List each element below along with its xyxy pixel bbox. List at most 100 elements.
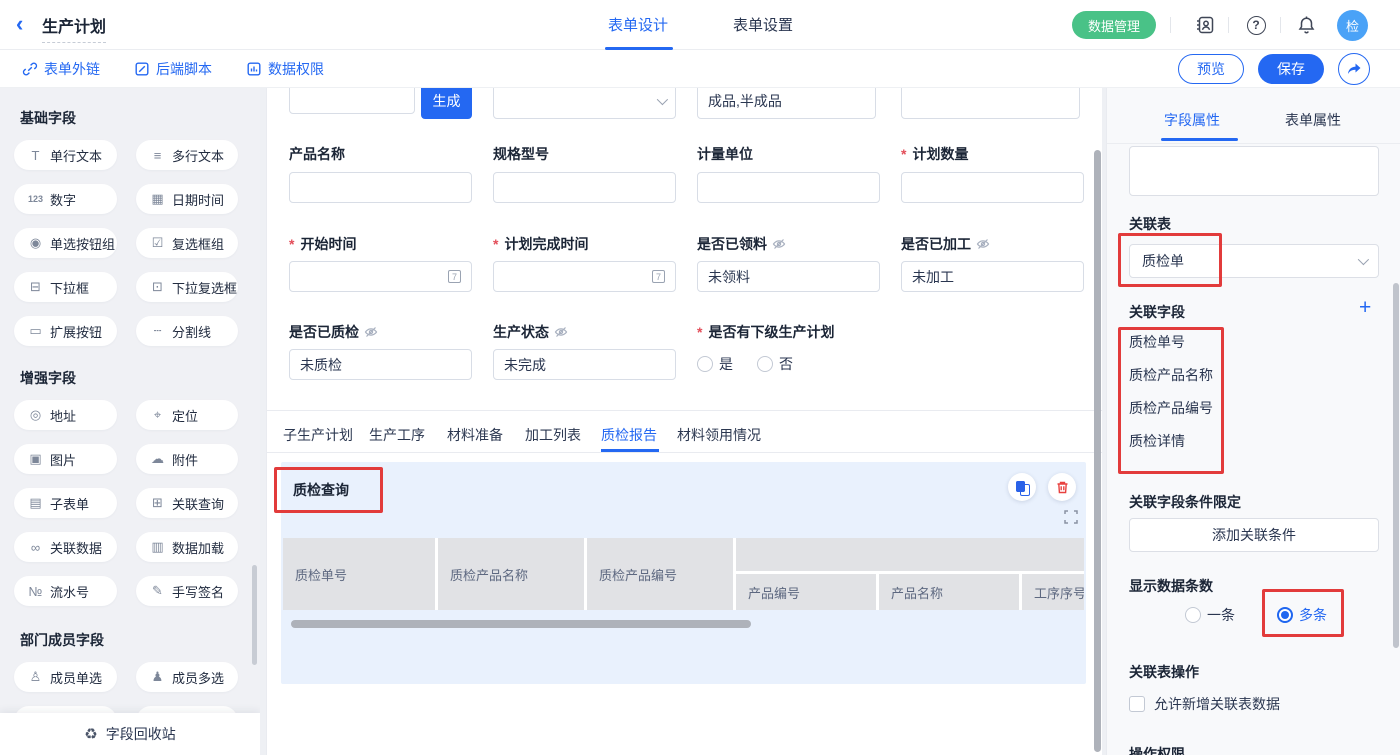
section-title-member-fields: 部门成员字段 bbox=[20, 630, 104, 650]
production-status-input[interactable]: 未完成 bbox=[493, 349, 676, 380]
related-table-select[interactable]: 质检单 bbox=[1129, 244, 1379, 278]
unit-input[interactable] bbox=[697, 172, 880, 203]
active-inspector-tab-underline bbox=[1161, 138, 1238, 141]
tab-form-properties[interactable]: 表单属性 bbox=[1285, 110, 1341, 130]
radio-one-record[interactable]: 一条 bbox=[1185, 605, 1235, 625]
field-item-subform[interactable]: ▤子表单 bbox=[14, 488, 117, 518]
subtab-qc-report[interactable]: 质检报告 bbox=[601, 418, 657, 452]
field-item-attachment[interactable]: ☁附件 bbox=[136, 444, 238, 474]
preview-button[interactable]: 预览 bbox=[1178, 54, 1244, 84]
select-field[interactable] bbox=[493, 88, 676, 119]
add-field-icon[interactable]: + bbox=[1359, 298, 1371, 318]
canvas-scrollbar[interactable] bbox=[1094, 150, 1101, 752]
subtab-process[interactable]: 生产工序 bbox=[369, 418, 425, 452]
field-item-select[interactable]: ⊟下拉框 bbox=[14, 272, 117, 302]
field-library-sidebar: 基础字段 T单行文本 ≡多行文本 123数字 ▦日期时间 ◉单选按钮组 ☑复选框… bbox=[0, 88, 260, 755]
field-item-checkbox-group[interactable]: ☑复选框组 bbox=[136, 228, 238, 258]
expand-icon[interactable] bbox=[1064, 510, 1078, 524]
hidden-eye-icon bbox=[554, 325, 568, 339]
field-item-multi-line-text[interactable]: ≡多行文本 bbox=[136, 140, 238, 170]
scrolled-field-box[interactable] bbox=[1129, 146, 1379, 196]
field-label: 是否已加工 bbox=[901, 235, 990, 253]
save-button[interactable]: 保存 bbox=[1258, 54, 1324, 84]
tab-field-properties[interactable]: 字段属性 bbox=[1164, 110, 1220, 130]
plan-quantity-input[interactable] bbox=[901, 172, 1084, 203]
field-item-location[interactable]: ⌖定位 bbox=[136, 400, 238, 430]
process-status-input[interactable]: 未加工 bbox=[901, 261, 1084, 292]
widget-title: 质检查询 bbox=[293, 480, 349, 500]
table-ops-label: 关联表操作 bbox=[1129, 662, 1199, 682]
page-title[interactable]: 生产计划 bbox=[42, 13, 106, 43]
related-field-item[interactable]: 质检产品编号 bbox=[1129, 398, 1213, 418]
datetime-icon: ▦ bbox=[150, 191, 165, 207]
share-arrow-icon[interactable] bbox=[1338, 53, 1370, 85]
avatar[interactable]: 检 bbox=[1337, 10, 1368, 41]
start-time-input[interactable] bbox=[289, 261, 472, 292]
backend-script-label: 后端脚本 bbox=[156, 59, 212, 79]
horizontal-scrollbar[interactable] bbox=[291, 620, 751, 628]
plan-finish-time-input[interactable] bbox=[493, 261, 676, 292]
related-field-item[interactable]: 质检单号 bbox=[1129, 332, 1185, 352]
data-manage-button[interactable]: 数据管理 bbox=[1072, 11, 1156, 39]
field-item-address[interactable]: ◎地址 bbox=[14, 400, 117, 430]
qc-table-header: 质检单号 质检产品名称 质检产品编号 产品编号 产品名称 工序序号 bbox=[283, 538, 1084, 610]
chevron-down-icon bbox=[1358, 254, 1369, 265]
related-fields-label: 关联字段 bbox=[1129, 302, 1185, 322]
section-title-basic-fields: 基础字段 bbox=[20, 108, 76, 128]
add-condition-button[interactable]: 添加关联条件 bbox=[1129, 518, 1379, 552]
field-item-serial-number[interactable]: №流水号 bbox=[14, 576, 117, 606]
product-name-input[interactable] bbox=[289, 172, 472, 203]
radio-option-yes[interactable]: 是 bbox=[697, 354, 733, 374]
sidebar-scrollbar[interactable] bbox=[252, 565, 257, 665]
field-label: *计划数量 bbox=[901, 145, 968, 163]
field-recycle-bin[interactable]: ♻ 字段回收站 bbox=[0, 713, 260, 755]
row1-input[interactable] bbox=[901, 88, 1080, 119]
field-item-divider[interactable]: ┄分割线 bbox=[136, 316, 238, 346]
field-item-member-single[interactable]: ♙成员单选 bbox=[14, 662, 117, 692]
field-item-signature[interactable]: ✎手写签名 bbox=[136, 576, 238, 606]
field-item-image[interactable]: ▣图片 bbox=[14, 444, 117, 474]
subtab-child-plan[interactable]: 子生产计划 bbox=[283, 418, 353, 452]
help-icon[interactable]: ? bbox=[1245, 14, 1267, 36]
qc-query-widget[interactable]: 质检查询 质检单号 质检产品名称 质检产品编号 bbox=[281, 462, 1086, 684]
radio-multiple-records[interactable]: 多条 bbox=[1277, 605, 1327, 625]
field-item-linked-data[interactable]: ∞关联数据 bbox=[14, 532, 117, 562]
field-item-datetime[interactable]: ▦日期时间 bbox=[136, 184, 238, 214]
radio-option-no[interactable]: 否 bbox=[757, 354, 793, 374]
field-item-multi-select[interactable]: ⊡下拉复选框 bbox=[136, 272, 238, 302]
contacts-icon[interactable] bbox=[1194, 14, 1216, 36]
field-item-member-multi[interactable]: ♟成员多选 bbox=[136, 662, 238, 692]
qc-status-input[interactable]: 未质检 bbox=[289, 349, 472, 380]
subtab-material-usage[interactable]: 材料领用情况 bbox=[677, 418, 761, 452]
field-label: 生产状态 bbox=[493, 323, 568, 341]
spec-model-input[interactable] bbox=[493, 172, 676, 203]
tab-form-settings[interactable]: 表单设置 bbox=[733, 14, 793, 35]
serial-input[interactable] bbox=[289, 88, 415, 114]
allow-add-checkbox[interactable]: 允许新增关联表数据 bbox=[1129, 694, 1280, 714]
field-label: 是否已质检 bbox=[289, 323, 378, 341]
tab-form-design[interactable]: 表单设计 bbox=[608, 14, 668, 35]
field-item-radio-group[interactable]: ◉单选按钮组 bbox=[14, 228, 117, 258]
field-item-single-line-text[interactable]: T单行文本 bbox=[14, 140, 117, 170]
copy-icon[interactable] bbox=[1008, 473, 1036, 501]
back-icon[interactable]: ‹ bbox=[16, 11, 23, 37]
data-permission-button[interactable]: 数据权限 bbox=[246, 60, 324, 78]
field-item-number[interactable]: 123数字 bbox=[14, 184, 117, 214]
external-link-button[interactable]: 表单外链 bbox=[22, 60, 100, 78]
field-item-lookup[interactable]: ⊞关联查询 bbox=[136, 488, 238, 518]
single-line-text-icon: T bbox=[28, 148, 43, 163]
data-permission-label: 数据权限 bbox=[268, 59, 324, 79]
subtab-process-list[interactable]: 加工列表 bbox=[525, 418, 581, 452]
subtab-material-prep[interactable]: 材料准备 bbox=[447, 418, 503, 452]
inspector-scrollbar[interactable] bbox=[1393, 283, 1399, 648]
field-item-extend-button[interactable]: ▭扩展按钮 bbox=[14, 316, 117, 346]
backend-script-button[interactable]: 后端脚本 bbox=[134, 60, 212, 78]
delete-icon[interactable] bbox=[1048, 473, 1076, 501]
bell-icon[interactable] bbox=[1295, 14, 1317, 36]
related-field-item[interactable]: 质检详情 bbox=[1129, 431, 1185, 451]
related-field-item[interactable]: 质检产品名称 bbox=[1129, 365, 1213, 385]
generate-button[interactable]: 生成 bbox=[421, 88, 472, 119]
material-status-input[interactable]: 未领料 bbox=[697, 261, 880, 292]
field-item-data-load[interactable]: ▥数据加载 bbox=[136, 532, 238, 562]
product-type-input[interactable]: 成品,半成品 bbox=[697, 88, 876, 119]
